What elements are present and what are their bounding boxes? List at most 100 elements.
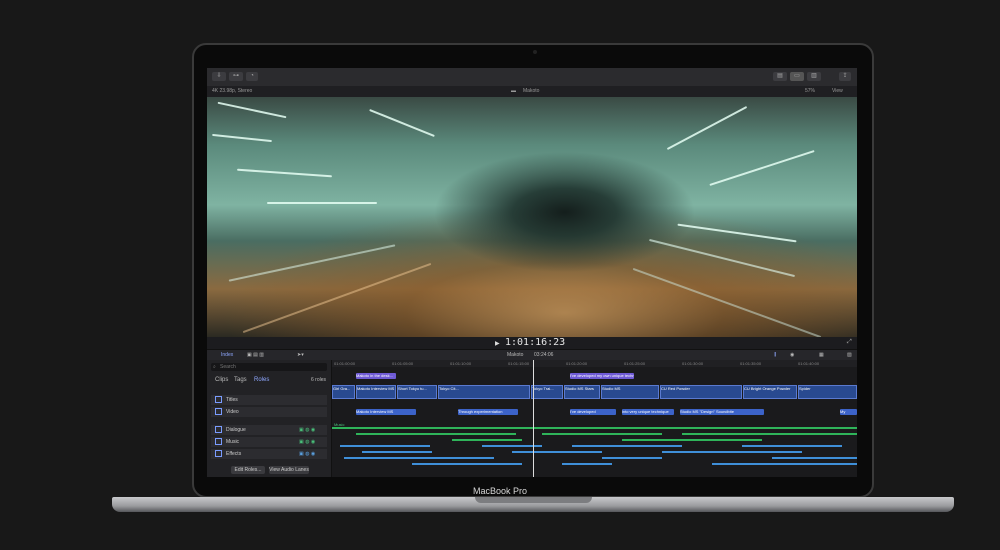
checkbox[interactable] [215, 450, 222, 458]
checkbox[interactable] [215, 426, 222, 434]
transport-bar: ▶ 1:01:16:23 ⤢ [207, 337, 857, 349]
tab-clips[interactable]: Clips [215, 377, 228, 383]
edit-roles-button[interactable]: Edit Roles... [231, 466, 265, 474]
video-clip[interactable]: CU Bright Orange Powder [743, 385, 797, 399]
effects-clip[interactable] [340, 445, 430, 447]
search-icon: ⌕ [213, 364, 216, 370]
music-clip[interactable] [356, 433, 516, 435]
light-streak [228, 244, 396, 282]
effects-clip[interactable] [412, 463, 522, 465]
library-layout-icon[interactable]: ▤ [773, 72, 787, 81]
import-button[interactable]: ⇩ [212, 72, 226, 81]
tab-tags[interactable]: Tags [234, 377, 247, 383]
audio-clip[interactable]: Studio MS "Design" Soundbite [680, 409, 764, 415]
video-clip[interactable]: Tokyo Cit... [438, 385, 530, 399]
effects-clip[interactable] [562, 463, 612, 465]
role-row-music[interactable]: Music ▣ ◍ ◉ [211, 437, 327, 447]
film-icon: ▬ [511, 88, 516, 94]
role-label: Effects [226, 451, 242, 457]
audio-clip[interactable]: into very unique technique [622, 409, 674, 415]
video-clip[interactable]: Short Tokyo tu... [397, 385, 437, 399]
view-audio-lanes-button[interactable]: View Audio Lanes [269, 466, 309, 474]
effects-clip[interactable] [712, 463, 857, 465]
format-info: 4K 23.98p, Stereo [212, 88, 253, 94]
viewer-header: 4K 23.98p, Stereo ▬ Makoto 57% View [207, 86, 857, 97]
checkbox[interactable] [215, 396, 222, 404]
role-count: 6 roles [311, 377, 327, 383]
role-label: Dialogue [226, 427, 246, 433]
lane-icons[interactable]: ▣ ◍ ◉ [299, 437, 315, 447]
lane-icons[interactable]: ▣ ◍ ◉ [299, 425, 315, 435]
select-tool-icon[interactable]: ➤▾ [297, 352, 304, 358]
video-clip[interactable]: Studio MS Stars [564, 385, 600, 399]
timeline-index: ⌕ Search Clips Tags Roles 6 roles Titles… [207, 360, 332, 477]
role-row-effects[interactable]: Effects ▣ ◍ ◉ [211, 449, 327, 459]
effects-clip[interactable] [662, 451, 802, 453]
effects-clip[interactable] [742, 445, 842, 447]
music-clip[interactable] [452, 439, 522, 441]
keywords-button[interactable]: ⊶ [229, 72, 243, 81]
video-clip[interactable]: Girl Gra... [332, 385, 355, 399]
timecode-display: 1:01:16:23 [505, 337, 566, 348]
music-clip[interactable] [622, 439, 762, 441]
timeline-area[interactable]: 01:01:00:00 01:01:05:00 01:01:10:00 01:0… [332, 360, 857, 477]
inspector-layout-icon[interactable]: ▥ [807, 72, 821, 81]
tab-roles[interactable]: Roles [254, 377, 269, 383]
zoom-menu[interactable]: 57% [805, 88, 815, 94]
effects-clip[interactable] [344, 457, 494, 459]
effects-clip[interactable] [602, 457, 662, 459]
video-clip[interactable]: CU Red Powder [660, 385, 742, 399]
fullscreen-icon[interactable]: ⤢ [847, 339, 852, 346]
light-streak [369, 108, 435, 138]
audio-clip[interactable]: Makoto Interview MS [356, 409, 416, 415]
video-clip[interactable]: Spider [798, 385, 857, 399]
index-button[interactable]: Index [221, 352, 233, 358]
title-clip[interactable]: Makoto in the desk... [356, 373, 396, 379]
ruler-tick: 01:01:15:00 [508, 361, 530, 366]
effects-clip[interactable] [772, 457, 857, 459]
fcp-window: ⇩ ⊶ ◔ ▤ ▭ ▥ ⇪ 4K 23.98p, Stereo ▬ Makoto… [207, 68, 857, 477]
audio-skimming-icon[interactable]: ⫼ [774, 352, 776, 358]
lane-icons[interactable]: ▣ ◍ ◉ [299, 449, 315, 459]
viewer-project-name: Makoto [523, 88, 540, 94]
effects-clip[interactable] [512, 451, 602, 453]
playhead[interactable] [533, 360, 534, 477]
audio-clip[interactable]: I've developed [570, 409, 616, 415]
share-icon[interactable]: ⇪ [839, 72, 851, 81]
light-streak [217, 101, 287, 119]
timeline-duration: 03:24:06 [534, 352, 554, 358]
light-streak [648, 238, 796, 278]
effects-clip[interactable] [362, 451, 432, 453]
title-clip[interactable]: I've developed my own unique techniques.… [570, 373, 634, 379]
light-streak [709, 150, 815, 186]
checkbox[interactable] [215, 438, 222, 446]
background-tasks-icon[interactable]: ◔ [246, 72, 258, 81]
video-clip[interactable]: Makoto Interview MS [356, 385, 396, 399]
ruler-tick: 01:01:35:00 [740, 361, 762, 366]
view-menu[interactable]: View [832, 88, 843, 94]
timeline-project-name: Makoto [507, 352, 524, 358]
clip-appearance-icon[interactable]: ▦ [819, 352, 824, 358]
audio-clip[interactable]: My [840, 409, 857, 415]
edit-tools-icon[interactable]: ▣ ▤ ▥ [247, 352, 264, 358]
role-row-video[interactable]: Video [211, 407, 327, 417]
music-clip[interactable] [542, 433, 662, 435]
effects-browser-icon[interactable]: ▨ [847, 352, 852, 358]
index-search-field[interactable]: ⌕ Search [211, 363, 327, 371]
music-clip[interactable] [332, 427, 857, 429]
video-clip[interactable]: Studio MS [601, 385, 659, 399]
effects-clip[interactable] [572, 445, 682, 447]
role-row-titles[interactable]: Titles [211, 395, 327, 405]
music-clip[interactable] [682, 433, 857, 435]
role-row-dialogue[interactable]: Dialogue ▣ ◍ ◉ [211, 425, 327, 435]
checkbox[interactable] [215, 408, 222, 416]
light-streak [242, 262, 432, 334]
audio-clip[interactable]: Through experimentation [458, 409, 518, 415]
light-streak [632, 267, 822, 337]
role-label: Music [226, 439, 240, 445]
play-icon[interactable]: ▶ [495, 340, 500, 347]
timeline-layout-icon[interactable]: ▭ [790, 72, 804, 81]
video-clip[interactable]: Tokyo Trai... [531, 385, 563, 399]
laptop-notch [475, 497, 592, 503]
solo-icon[interactable]: ◉ [790, 352, 794, 358]
